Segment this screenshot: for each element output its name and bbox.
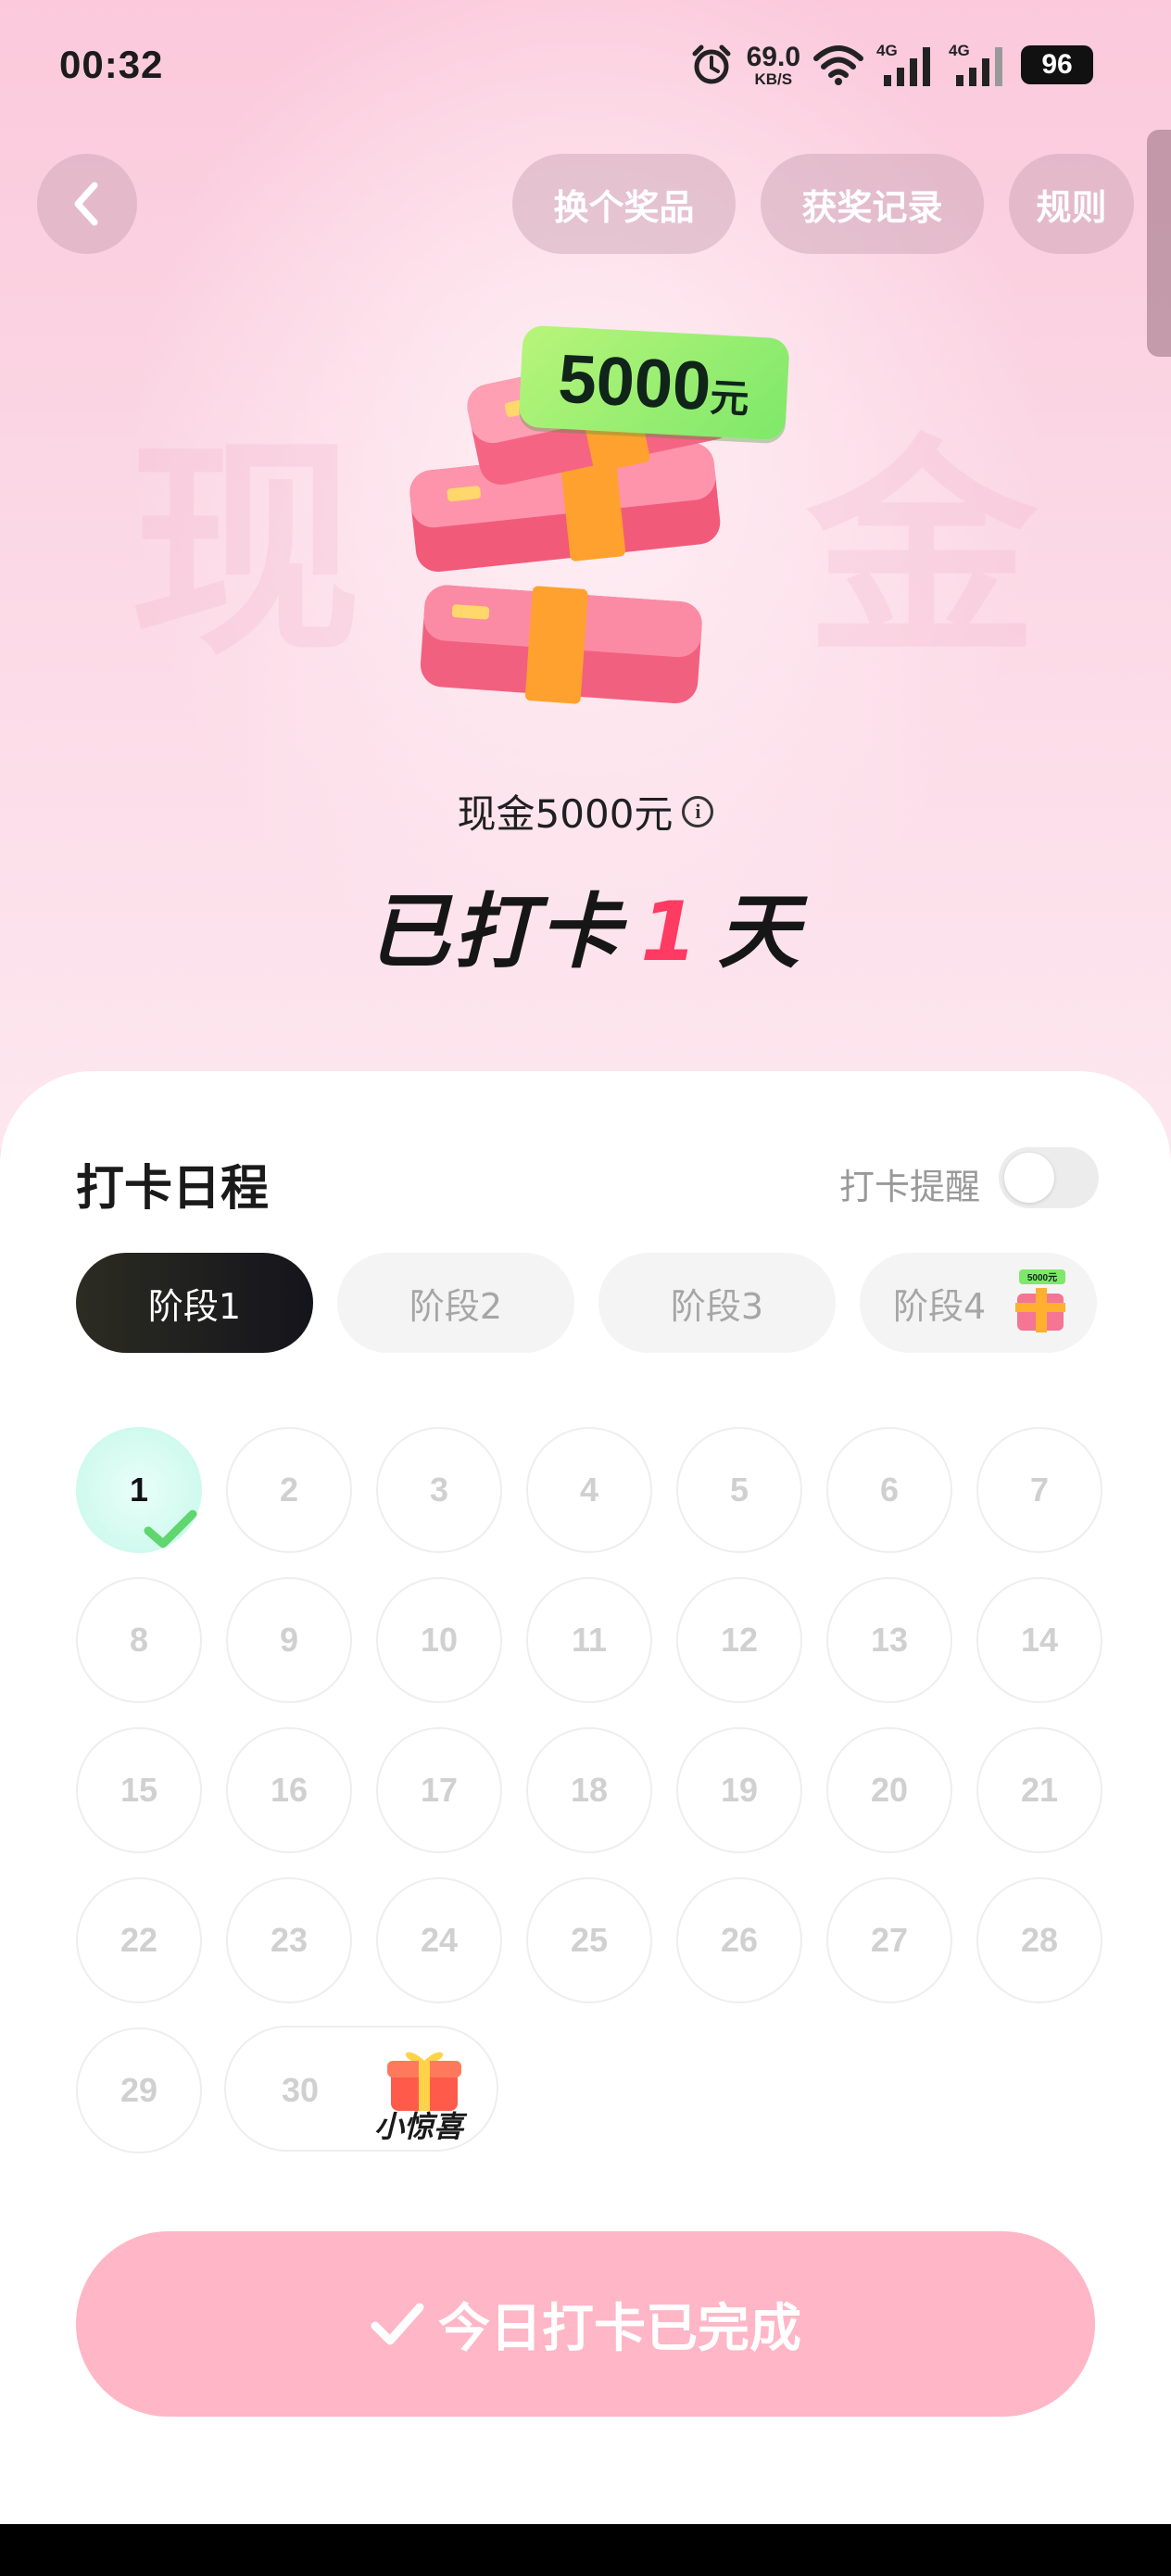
checkin-days-count: 1: [640, 884, 701, 979]
day-cell[interactable]: 11: [526, 1577, 652, 1703]
prize-history-button[interactable]: 获奖记录: [761, 154, 984, 254]
day-cell[interactable]: 4: [526, 1427, 652, 1553]
wifi-icon: [813, 45, 863, 85]
signal-icon-1: 4G: [876, 42, 936, 88]
signal-icon-2: 4G: [949, 42, 1008, 88]
watermark-left: 现: [130, 416, 361, 686]
alarm-icon: [692, 44, 731, 84]
system-nav-bar: [0, 2524, 1171, 2576]
day-cell[interactable]: 10: [376, 1577, 502, 1703]
status-icons: 69.0 KB/S 4G 4G 96: [689, 37, 1093, 93]
day-cell[interactable]: 2: [226, 1427, 352, 1553]
stage4-badge-text: 5000元: [1027, 1272, 1057, 1283]
day-cell[interactable]: 22: [76, 1877, 202, 2003]
schedule-title: 打卡日程: [76, 1161, 270, 1217]
day-cell[interactable]: 18: [526, 1727, 652, 1853]
tab-stage-2[interactable]: 阶段2: [337, 1253, 574, 1353]
day-cell[interactable]: 25: [526, 1877, 652, 2003]
day-cell[interactable]: 12: [676, 1577, 802, 1703]
info-icon[interactable]: i: [682, 795, 714, 827]
tab-stage-3[interactable]: 阶段3: [598, 1253, 836, 1353]
change-prize-button[interactable]: 换个奖品: [512, 154, 736, 254]
checkin-done-button[interactable]: 今日打卡已完成: [76, 2231, 1095, 2417]
day-cell[interactable]: 9: [226, 1577, 352, 1703]
status-bar: 00:32 69.0 KB/S 4G 4G 96: [0, 0, 1171, 134]
day-cell[interactable]: 15: [76, 1727, 202, 1853]
gift-box-icon: [387, 2052, 461, 2111]
day-cell[interactable]: 17: [376, 1727, 502, 1853]
gift-icon: 5000元: [1015, 1269, 1065, 1332]
day-30[interactable]: 30 小惊喜: [224, 2026, 498, 2152]
reminder-label: 打卡提醒: [839, 1167, 981, 1207]
checkin-days-title: 已打卡 1 天: [368, 884, 803, 979]
day-cell[interactable]: 14: [976, 1577, 1102, 1703]
day-cell[interactable]: 19: [676, 1727, 802, 1853]
status-time: 00:32: [59, 43, 164, 86]
back-button[interactable]: [37, 154, 137, 254]
toggle-knob: [1004, 1153, 1054, 1203]
day-cell[interactable]: 23: [226, 1877, 352, 2003]
scrollbar-thumb[interactable]: [1147, 130, 1171, 357]
day-cell[interactable]: 5: [676, 1427, 802, 1553]
day-cell[interactable]: 24: [376, 1877, 502, 2003]
day-cell[interactable]: 27: [826, 1877, 952, 2003]
day-cell[interactable]: 28: [976, 1877, 1102, 2003]
battery-indicator: 96: [1021, 45, 1093, 84]
day-cell[interactable]: 20: [826, 1727, 952, 1853]
reminder-toggle[interactable]: [999, 1147, 1099, 1208]
day-cell[interactable]: 6: [826, 1427, 952, 1553]
day-cell[interactable]: 26: [676, 1877, 802, 2003]
rules-button[interactable]: 规则: [1009, 154, 1134, 254]
surprise-label: 小惊喜: [374, 2109, 464, 2144]
checkin-page: 00:32 69.0 KB/S 4G 4G 96 换个奖品 获奖记录 规则 现 …: [0, 0, 1171, 2576]
day-cell[interactable]: 13: [826, 1577, 952, 1703]
day-cell[interactable]: 3: [376, 1427, 502, 1553]
net-speed: 69.0 KB/S: [746, 41, 800, 88]
prize-name: 现金5000元 i: [0, 783, 1171, 840]
day-cell[interactable]: 21: [976, 1727, 1102, 1853]
chevron-left-icon: [74, 182, 98, 226]
prize-amount-badge: 5000 元: [518, 324, 790, 441]
watermark-right: 金: [806, 416, 1038, 686]
day-cell[interactable]: 29: [76, 2027, 202, 2153]
check-icon: [144, 1509, 197, 1548]
day-cell[interactable]: 8: [76, 1577, 202, 1703]
day-cell[interactable]: 7: [976, 1427, 1102, 1553]
day-cell[interactable]: 16: [226, 1727, 352, 1853]
check-icon: [371, 2303, 424, 2345]
tab-stage-1[interactable]: 阶段1: [76, 1253, 313, 1353]
